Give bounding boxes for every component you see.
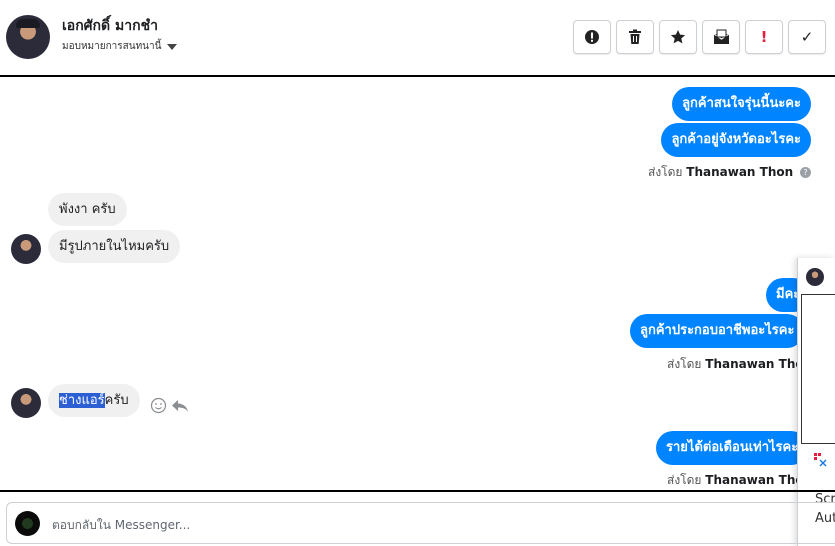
message-actions	[150, 397, 189, 414]
delete-button[interactable]	[616, 20, 654, 54]
help-icon[interactable]: ?	[800, 167, 811, 178]
spam-icon: !	[760, 28, 768, 46]
reply-icon[interactable]	[171, 397, 189, 414]
star-button[interactable]	[659, 20, 697, 54]
popup-avatar	[806, 268, 824, 286]
selected-text: ช่างแอร์	[59, 393, 105, 408]
message-thread: ลูกค้าสนใจรุ่นนี้นะคะ ลูกค้าอยู่จังหวัดอ…	[0, 79, 835, 490]
page-avatar	[15, 511, 40, 536]
popup-preview-frame	[801, 294, 835, 444]
contact-avatar-small	[11, 234, 41, 264]
outgoing-message[interactable]: ลูกค้าประกอบอาชีพอะไรคะ	[630, 314, 805, 348]
contact-avatar[interactable]	[6, 15, 50, 59]
reply-input-placeholder[interactable]: ตอบกลับใน Messenger...	[52, 516, 190, 535]
sent-by-label: ส่งโดย Thanawan Thon ?	[648, 163, 811, 182]
sent-by-prefix: ส่งโดย	[648, 165, 683, 179]
sent-by-label: ส่งโดย Thanawan Thon	[667, 355, 812, 374]
check-icon: ✓	[800, 28, 814, 46]
sent-by-prefix: ส่งโดย	[667, 473, 702, 487]
outgoing-message[interactable]: ลูกค้าสนใจรุ่นนี้นะคะ	[672, 87, 811, 121]
contact-name[interactable]: เอกศักดิ์ มากชำ	[62, 15, 158, 37]
outgoing-message[interactable]: ลูกค้าอยู่จังหวัดอะไรคะ	[661, 123, 811, 157]
incoming-message[interactable]: พังงา ครับ	[48, 193, 127, 226]
mark-unread-button[interactable]	[702, 20, 740, 54]
contact-avatar-small	[11, 388, 41, 418]
screenshot-tool-icon	[814, 453, 827, 467]
incoming-message[interactable]: มีรูปภายในไหมครับ	[48, 230, 181, 263]
message-text: ครับ	[104, 393, 129, 408]
assign-label: มอบหมายการสนทนานี้	[62, 41, 162, 52]
sent-by-label: ส่งโดย Thanawan Thon	[667, 471, 812, 490]
mark-done-button[interactable]: ✓	[788, 20, 826, 54]
sent-by-prefix: ส่งโดย	[667, 357, 702, 371]
reply-composer[interactable]: ตอบกลับใน Messenger...	[6, 502, 835, 544]
exclamation-circle-icon	[585, 30, 599, 44]
emoji-react-icon[interactable]	[150, 397, 167, 414]
outgoing-message[interactable]: รายได้ต่อเดือนเท่าไรคะ	[656, 431, 809, 465]
incoming-message[interactable]: ช่างแอร์ครับ	[48, 384, 140, 417]
sender-name: Thanawan Thon	[686, 165, 794, 179]
conversation-header: เอกศักดิ์ มากชำ มอบหมายการสนทนานี้ ! ✓	[0, 0, 835, 77]
star-icon	[670, 30, 686, 44]
envelope-icon	[713, 29, 729, 44]
assign-conversation-dropdown[interactable]: มอบหมายการสนทนานี้	[62, 39, 178, 54]
action-toolbar: ! ✓	[573, 20, 826, 54]
caret-down-icon	[167, 43, 178, 50]
mark-important-button[interactable]	[573, 20, 611, 54]
trash-icon	[629, 29, 641, 44]
composer-divider	[0, 490, 835, 492]
spam-button[interactable]: !	[745, 20, 783, 54]
